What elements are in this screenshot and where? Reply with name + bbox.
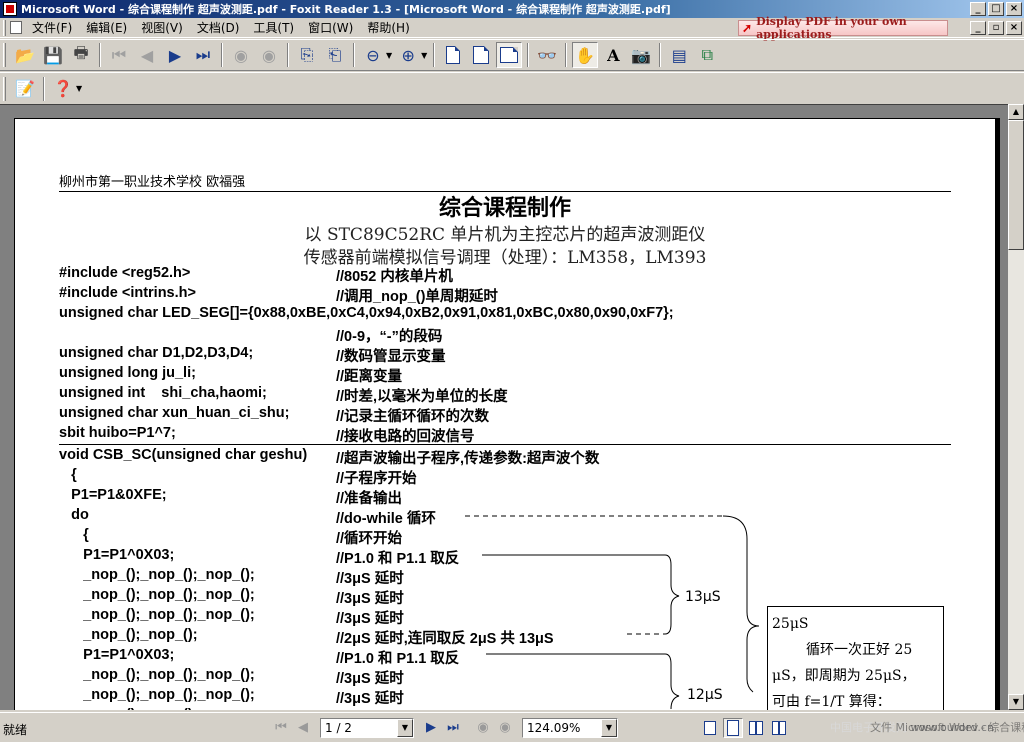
zoom-dropdown-icon[interactable]: ▼ bbox=[601, 719, 617, 737]
find-icon[interactable]: 👓 bbox=[534, 42, 560, 68]
annotation-12us: 12μS bbox=[687, 687, 723, 703]
page-dropdown-icon[interactable]: ▼ bbox=[397, 719, 413, 737]
fit-page-icon[interactable] bbox=[468, 42, 494, 68]
menu-view[interactable]: 视图(V) bbox=[134, 19, 190, 37]
menu-window[interactable]: 窗口(W) bbox=[301, 19, 360, 37]
actual-size-icon[interactable] bbox=[440, 42, 466, 68]
forward-icon[interactable]: ◉ bbox=[256, 42, 282, 68]
zoom-out-icon[interactable]: ⊖ bbox=[360, 42, 386, 68]
page-number-field[interactable]: 1 / 2 ▼ bbox=[320, 718, 414, 738]
arrow-icon: ➚ bbox=[742, 21, 753, 35]
next-page-button-icon[interactable]: ▶ bbox=[420, 718, 442, 738]
rotate-right-icon[interactable]: ⎗ bbox=[322, 42, 348, 68]
toolbar-grip[interactable] bbox=[3, 76, 6, 101]
menu-edit[interactable]: 编辑(E) bbox=[79, 19, 134, 37]
pdf-page: 柳州市第一职业技术学校 欧福强 综合课程制作 以 STC89C52RC 单片机为… bbox=[14, 118, 996, 710]
vertical-scrollbar[interactable]: ▲ ▼ bbox=[1008, 104, 1024, 710]
next-page-icon[interactable]: ▶ bbox=[162, 42, 188, 68]
edit-icon[interactable]: 📝 bbox=[12, 76, 38, 102]
fullscreen-icon[interactable]: ⧉ bbox=[694, 42, 720, 68]
toolbar-separator bbox=[565, 43, 568, 67]
bookmarks-icon[interactable]: ▤ bbox=[666, 42, 692, 68]
first-page-button-icon[interactable]: ⏮ bbox=[270, 718, 292, 738]
maximize-button[interactable]: □ bbox=[988, 2, 1004, 16]
scroll-down-icon[interactable]: ▼ bbox=[1008, 694, 1024, 710]
back-button-icon[interactable]: ◉ bbox=[472, 718, 494, 738]
foxit-app-icon[interactable] bbox=[3, 2, 17, 16]
minimize-button[interactable]: _ bbox=[970, 2, 986, 16]
open-icon[interactable]: 📂 bbox=[12, 42, 38, 68]
hand-tool-icon[interactable]: ✋ bbox=[572, 42, 599, 68]
window-title: Microsoft Word - 综合课程制作 超声波测距.pdf - Foxi… bbox=[21, 3, 671, 16]
single-page-view-icon[interactable] bbox=[700, 718, 720, 738]
toolbar-separator bbox=[659, 43, 662, 67]
close-button[interactable]: × bbox=[1006, 2, 1022, 16]
zoom-value: 124.09% bbox=[527, 721, 581, 735]
first-page-icon[interactable]: ⏮ bbox=[106, 42, 132, 68]
prev-page-icon[interactable]: ◀ bbox=[134, 42, 160, 68]
fit-width-icon[interactable] bbox=[496, 42, 523, 68]
last-page-button-icon[interactable]: ⏭ bbox=[442, 718, 464, 738]
toolbar-separator bbox=[353, 43, 355, 67]
scrollbar-thumb[interactable] bbox=[1008, 120, 1024, 250]
menu-document[interactable]: 文档(D) bbox=[190, 19, 247, 37]
promo-banner[interactable]: ➚ Display PDF in your own applications bbox=[738, 15, 948, 41]
promo-banner-text: Display PDF in your own applications bbox=[756, 15, 907, 41]
note-line-1: 25μS bbox=[772, 616, 809, 632]
rotate-left-icon[interactable]: ⎘ bbox=[294, 42, 320, 68]
scroll-up-icon[interactable]: ▲ bbox=[1008, 104, 1024, 120]
toolbar-separator bbox=[527, 43, 530, 67]
doc-minimize-button[interactable]: _ bbox=[970, 21, 986, 35]
status-bar: 就绪 ⏮ ◀ 1 / 2 ▼ ▶ ⏭ ◉ ◉ 124.09% ▼ 中国电子开发网… bbox=[0, 712, 1024, 742]
back-icon[interactable]: ◉ bbox=[228, 42, 254, 68]
menu-grip[interactable] bbox=[3, 19, 6, 36]
toolbar-separator bbox=[433, 43, 436, 67]
menu-file[interactable]: 文件(F) bbox=[25, 19, 79, 37]
toolbar-separator bbox=[43, 76, 45, 101]
zoom-in-dropdown-icon[interactable]: ▼ bbox=[421, 51, 427, 60]
continuous-facing-view-icon[interactable] bbox=[769, 718, 789, 738]
toolbar-grip[interactable] bbox=[3, 43, 6, 67]
doc-restore-button[interactable]: ▫ bbox=[988, 21, 1004, 35]
status-text: 就绪 bbox=[3, 723, 28, 737]
page-number-value: 1 / 2 bbox=[325, 721, 352, 735]
help-icon[interactable]: ❓ bbox=[50, 76, 76, 102]
facing-view-icon[interactable] bbox=[746, 718, 766, 738]
text-select-icon[interactable]: A bbox=[600, 42, 626, 68]
toolbar-separator bbox=[99, 43, 101, 67]
note-line-3: μS，即周期为 25μS， bbox=[772, 668, 916, 684]
annotation-13us: 13μS bbox=[685, 589, 721, 605]
note-line-4: 可由 f=1/T 算得： bbox=[772, 694, 891, 710]
save-icon[interactable]: 💾 bbox=[40, 42, 66, 68]
taskbar-peek-text: 文件 Microsoft Word - 综合课程 bbox=[870, 721, 1024, 734]
menu-help[interactable]: 帮助(H) bbox=[360, 19, 416, 37]
toolbar-separator bbox=[221, 43, 223, 67]
help-dropdown-icon[interactable]: ▼ bbox=[76, 84, 82, 93]
toolbar-separator bbox=[287, 43, 289, 67]
zoom-in-icon[interactable]: ⊕ bbox=[395, 42, 421, 68]
secondary-toolbar: 📝 ❓ ▼ bbox=[0, 72, 1024, 104]
doc-close-button[interactable]: × bbox=[1006, 21, 1022, 35]
print-icon[interactable]: 🖶 bbox=[68, 42, 94, 68]
forward-button-icon[interactable]: ◉ bbox=[494, 718, 516, 738]
snapshot-icon[interactable]: 📷 bbox=[628, 42, 654, 68]
document-viewport[interactable]: 柳州市第一职业技术学校 欧福强 综合课程制作 以 STC89C52RC 单片机为… bbox=[0, 104, 1024, 710]
last-page-icon[interactable]: ⏭ bbox=[190, 42, 216, 68]
prev-page-button-icon[interactable]: ◀ bbox=[292, 718, 314, 738]
timing-note-box: 25μS 循环一次正好 25 μS，即周期为 25μS， 可由 f=1/T 算得… bbox=[767, 606, 944, 710]
continuous-view-icon[interactable] bbox=[723, 718, 743, 738]
zoom-field[interactable]: 124.09% ▼ bbox=[522, 718, 618, 738]
zoom-out-dropdown-icon[interactable]: ▼ bbox=[386, 51, 392, 60]
note-line-2: 循环一次正好 25 bbox=[806, 642, 913, 658]
document-menu-icon[interactable] bbox=[10, 21, 22, 34]
main-toolbar: 📂 💾 🖶 ⏮ ◀ ▶ ⏭ ◉ ◉ ⎘ ⎗ ⊖ ▼ ⊕ ▼ 👓 ✋ A 📷 ▤ … bbox=[0, 39, 1024, 71]
menu-tools[interactable]: 工具(T) bbox=[246, 19, 301, 37]
